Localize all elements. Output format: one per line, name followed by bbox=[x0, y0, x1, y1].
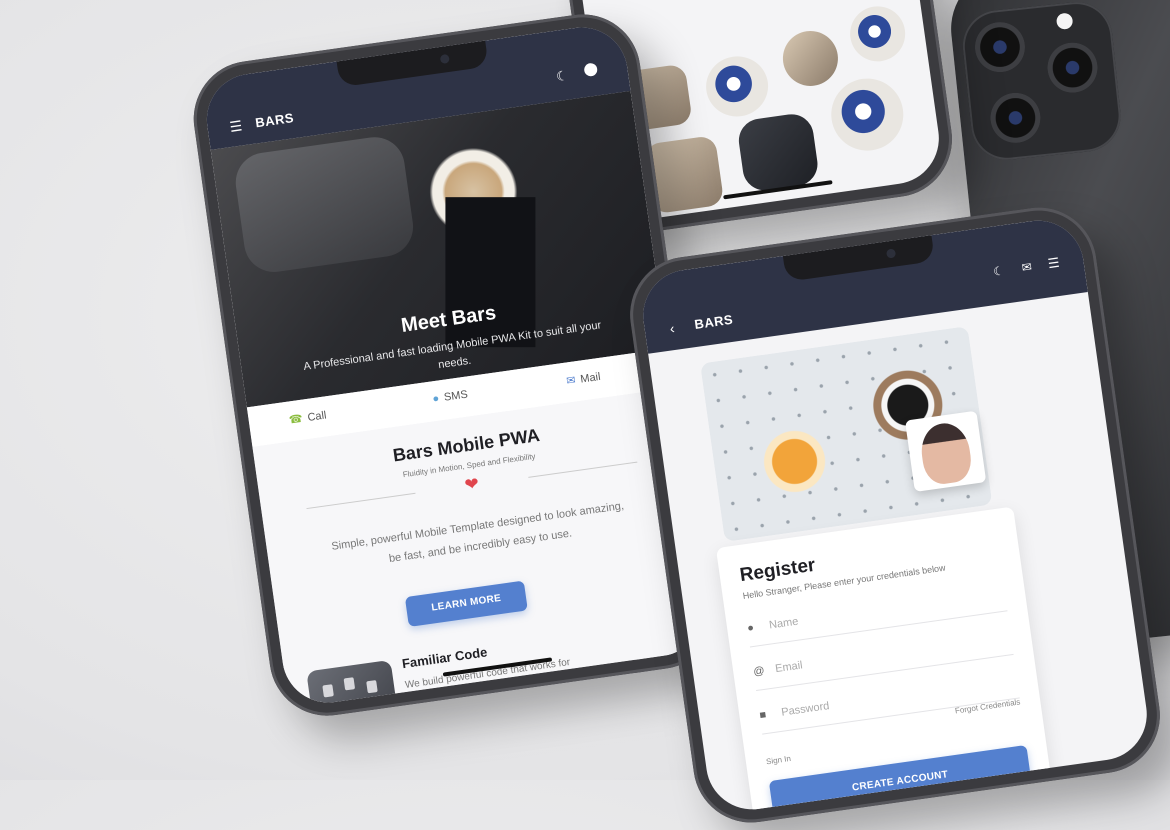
divider bbox=[306, 492, 416, 510]
gallery-image[interactable] bbox=[779, 27, 842, 90]
camera-module bbox=[959, 0, 1125, 164]
section-description: Simple, powerful Mobile Template designe… bbox=[330, 499, 625, 566]
hamburger-icon[interactable]: ☰ bbox=[229, 117, 244, 136]
app-header: ‹ BARS ☾ ✉ ☰ bbox=[637, 214, 1088, 354]
chevron-left-icon[interactable]: ‹ bbox=[669, 320, 676, 336]
at-icon: @ bbox=[752, 664, 766, 679]
learn-more-button[interactable]: LEARN MORE bbox=[404, 580, 528, 627]
name-placeholder: Name bbox=[768, 615, 800, 632]
camera-lens-icon bbox=[1045, 40, 1100, 96]
hamburger-icon[interactable]: ☰ bbox=[1047, 255, 1061, 272]
mail-icon: ✉ bbox=[565, 374, 577, 388]
camera-lens-icon bbox=[987, 90, 1043, 146]
brand-title: BARS bbox=[254, 110, 295, 131]
divider bbox=[528, 461, 638, 478]
hero-photo bbox=[231, 133, 417, 276]
avatar bbox=[904, 410, 987, 492]
mail-button[interactable]: ✉ Mail bbox=[565, 370, 602, 388]
mail-label: Mail bbox=[579, 370, 602, 386]
user-icon: ● bbox=[746, 621, 755, 635]
main-screen: ☰ BARS ☾ Meet Bars A Professional and fa… bbox=[200, 21, 710, 709]
phone-register: ‹ BARS ☾ ✉ ☰ Register Hello Stranger, Pl… bbox=[622, 200, 1168, 830]
register-screen: ‹ BARS ☾ ✉ ☰ Register Hello Stranger, Pl… bbox=[637, 214, 1153, 816]
call-label: Call bbox=[306, 409, 328, 424]
lock-icon: ■ bbox=[758, 708, 768, 722]
gallery-image[interactable] bbox=[826, 73, 908, 156]
sign-in-link[interactable]: Sign In bbox=[765, 754, 791, 766]
email-placeholder: Email bbox=[774, 659, 804, 676]
register-card: Register Hello Stranger, Please enter yo… bbox=[715, 506, 1055, 816]
mail-icon[interactable]: ✉ bbox=[1021, 260, 1033, 275]
chat-bubble-icon: ● bbox=[431, 392, 441, 406]
brand-title: BARS bbox=[693, 311, 735, 332]
password-placeholder: Password bbox=[780, 700, 831, 719]
sms-label: SMS bbox=[443, 388, 469, 404]
sms-button[interactable]: ● SMS bbox=[432, 389, 469, 406]
flash-icon bbox=[1055, 12, 1074, 31]
create-account-button[interactable]: CREATE ACCOUNT bbox=[768, 744, 1032, 816]
feature-image bbox=[306, 659, 402, 709]
user-icon[interactable] bbox=[583, 62, 599, 78]
heart-icon: ❤ bbox=[463, 473, 481, 495]
gallery-image[interactable] bbox=[736, 111, 821, 194]
camera-lens-icon bbox=[972, 19, 1028, 75]
gallery-image[interactable] bbox=[846, 2, 909, 65]
moon-icon[interactable]: ☾ bbox=[992, 264, 1005, 279]
moon-icon[interactable]: ☾ bbox=[555, 68, 569, 85]
call-button[interactable]: ☎ Call bbox=[288, 408, 327, 426]
gallery-image[interactable] bbox=[702, 52, 772, 121]
phone-icon: ☎ bbox=[288, 412, 304, 427]
